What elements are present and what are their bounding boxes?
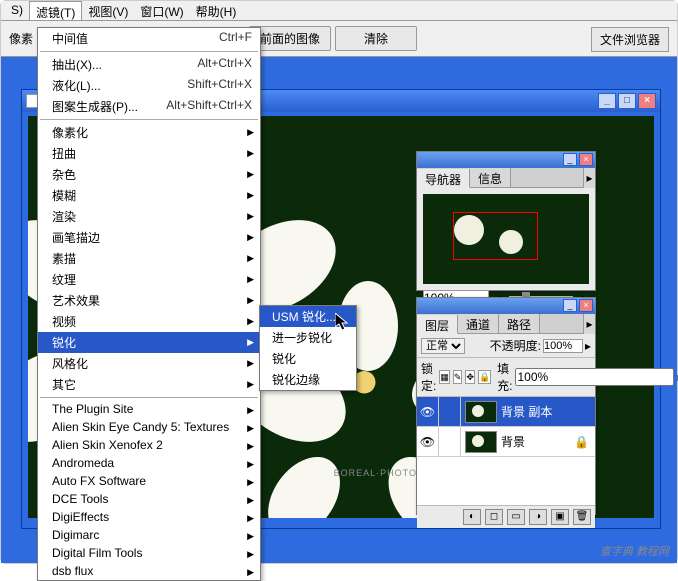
- link-cell[interactable]: [439, 397, 461, 426]
- menu-item[interactable]: Digital Film Tools: [38, 544, 260, 562]
- layer-name[interactable]: 背景 副本: [501, 403, 552, 420]
- navigator-view[interactable]: [423, 194, 589, 284]
- sharpen-submenu: USM 锐化... 进一步锐化 锐化 锐化边缘: [259, 305, 357, 391]
- nav-palette-menu[interactable]: ▸: [583, 168, 595, 188]
- menu-item-recent[interactable]: 中间值Ctrl+F: [38, 28, 260, 49]
- opt-label-pixel: 像素: [9, 30, 33, 47]
- menu-item[interactable]: Digimarc: [38, 526, 260, 544]
- menu-item[interactable]: dsb flux: [38, 562, 260, 580]
- delete-layer-button[interactable]: 🗑: [573, 509, 591, 525]
- menu-window[interactable]: 窗口(W): [134, 1, 189, 20]
- file-browser-button[interactable]: 文件浏览器: [591, 27, 669, 52]
- layer-row[interactable]: 👁 背景 🔒: [417, 427, 595, 457]
- tab-channels[interactable]: 通道: [458, 314, 499, 333]
- new-layer-button[interactable]: ▣: [551, 509, 569, 525]
- menu-item[interactable]: 艺术效果: [38, 290, 260, 311]
- menu-item[interactable]: Alien Skin Eye Candy 5: Textures: [38, 418, 260, 436]
- menu-item[interactable]: 纹理: [38, 269, 260, 290]
- fill-label: 填充:: [497, 360, 512, 394]
- menu-item[interactable]: 渲染: [38, 206, 260, 227]
- layer-row[interactable]: 👁 背景 副本: [417, 397, 595, 427]
- clear-button[interactable]: 清除: [335, 26, 417, 51]
- menu-select-s[interactable]: S): [5, 1, 29, 20]
- opacity-chevron-icon[interactable]: ▸: [585, 339, 591, 353]
- lock-paint-icon[interactable]: ✎: [453, 370, 463, 384]
- layer-thumb[interactable]: [465, 401, 497, 423]
- submenu-sharpen[interactable]: 锐化: [260, 348, 356, 369]
- layers-min-button[interactable]: _: [563, 299, 577, 312]
- lock-move-icon[interactable]: ✥: [465, 370, 475, 384]
- lock-icon: 🔒: [574, 435, 589, 449]
- menu-item[interactable]: 画笔描边: [38, 227, 260, 248]
- front-image-button[interactable]: 前面的图像: [249, 26, 331, 51]
- menu-item[interactable]: 模糊: [38, 185, 260, 206]
- menubar: S) 滤镜(T) 视图(V) 窗口(W) 帮助(H): [1, 1, 677, 21]
- layer-set-button[interactable]: ▭: [507, 509, 525, 525]
- nav-min-button[interactable]: _: [563, 153, 577, 166]
- tab-info[interactable]: 信息: [470, 168, 511, 187]
- menu-item[interactable]: DigiEffects: [38, 508, 260, 526]
- menu-item[interactable]: 图案生成器(P)...Alt+Shift+Ctrl+X: [38, 96, 260, 117]
- menu-item[interactable]: 其它: [38, 374, 260, 395]
- blend-mode-select[interactable]: 正常: [421, 338, 465, 354]
- lock-label: 锁定:: [421, 360, 436, 394]
- opacity-input[interactable]: [543, 339, 583, 353]
- doc-max-button[interactable]: □: [618, 93, 636, 109]
- menu-item[interactable]: 锐化: [38, 332, 260, 353]
- lock-all-icon[interactable]: 🔒: [478, 370, 491, 384]
- filter-menu-dropdown: 中间值Ctrl+F 抽出(X)...Alt+Ctrl+X液化(L)...Shif…: [37, 27, 261, 581]
- visibility-icon[interactable]: 👁: [417, 397, 439, 426]
- menu-item[interactable]: DCE Tools: [38, 490, 260, 508]
- layer-list: 👁 背景 副本 👁 背景 🔒: [417, 397, 595, 505]
- layers-close-button[interactable]: ×: [579, 299, 593, 312]
- menu-item[interactable]: 杂色: [38, 164, 260, 185]
- menu-filter[interactable]: 滤镜(T): [29, 1, 82, 20]
- menu-view[interactable]: 视图(V): [82, 1, 134, 20]
- lock-trans-icon[interactable]: ▦: [439, 370, 450, 384]
- visibility-icon[interactable]: 👁: [417, 427, 439, 456]
- menu-item[interactable]: 像素化: [38, 122, 260, 143]
- navigator-viewport-rect[interactable]: [453, 212, 538, 260]
- doc-min-button[interactable]: _: [598, 93, 616, 109]
- tab-paths[interactable]: 路径: [499, 314, 540, 333]
- menu-item[interactable]: 扭曲: [38, 143, 260, 164]
- menu-item[interactable]: 素描: [38, 248, 260, 269]
- submenu-sharpen-edges[interactable]: 锐化边缘: [260, 369, 356, 390]
- doc-close-button[interactable]: ×: [638, 93, 656, 109]
- menu-item[interactable]: 液化(L)...Shift+Ctrl+X: [38, 75, 260, 96]
- submenu-sharpen-more[interactable]: 进一步锐化: [260, 327, 356, 348]
- menu-item[interactable]: Auto FX Software: [38, 472, 260, 490]
- menu-item[interactable]: The Plugin Site: [38, 400, 260, 418]
- nav-close-button[interactable]: ×: [579, 153, 593, 166]
- layers-palette-menu[interactable]: ▸: [583, 314, 595, 334]
- site-watermark: 查字典 教程网: [600, 543, 669, 559]
- menu-item[interactable]: 视频: [38, 311, 260, 332]
- layer-mask-button[interactable]: ◻: [485, 509, 503, 525]
- adjustment-layer-button[interactable]: ◑: [529, 509, 547, 525]
- opacity-label: 不透明度:: [490, 337, 541, 354]
- menu-item[interactable]: Andromeda: [38, 454, 260, 472]
- layer-name[interactable]: 背景: [501, 433, 525, 450]
- link-cell[interactable]: [439, 427, 461, 456]
- layer-thumb[interactable]: [465, 431, 497, 453]
- navigator-palette[interactable]: _ × 导航器 信息 ▸ ▲ ▲: [416, 151, 596, 291]
- menu-item[interactable]: Alien Skin Xenofex 2: [38, 436, 260, 454]
- tab-navigator[interactable]: 导航器: [417, 169, 470, 188]
- layer-style-button[interactable]: ◐: [463, 509, 481, 525]
- menu-item[interactable]: 风格化: [38, 353, 260, 374]
- tab-layers[interactable]: 图层: [417, 315, 458, 334]
- layers-palette[interactable]: _ × 图层 通道 路径 ▸ 正常 不透明度: ▸ 锁定: ▦ ✎ ✥ 🔒 填充…: [416, 297, 596, 515]
- fill-input[interactable]: [515, 368, 674, 386]
- menu-item[interactable]: 抽出(X)...Alt+Ctrl+X: [38, 54, 260, 75]
- submenu-usm-sharpen[interactable]: USM 锐化...: [260, 306, 356, 327]
- menu-help[interactable]: 帮助(H): [190, 1, 243, 20]
